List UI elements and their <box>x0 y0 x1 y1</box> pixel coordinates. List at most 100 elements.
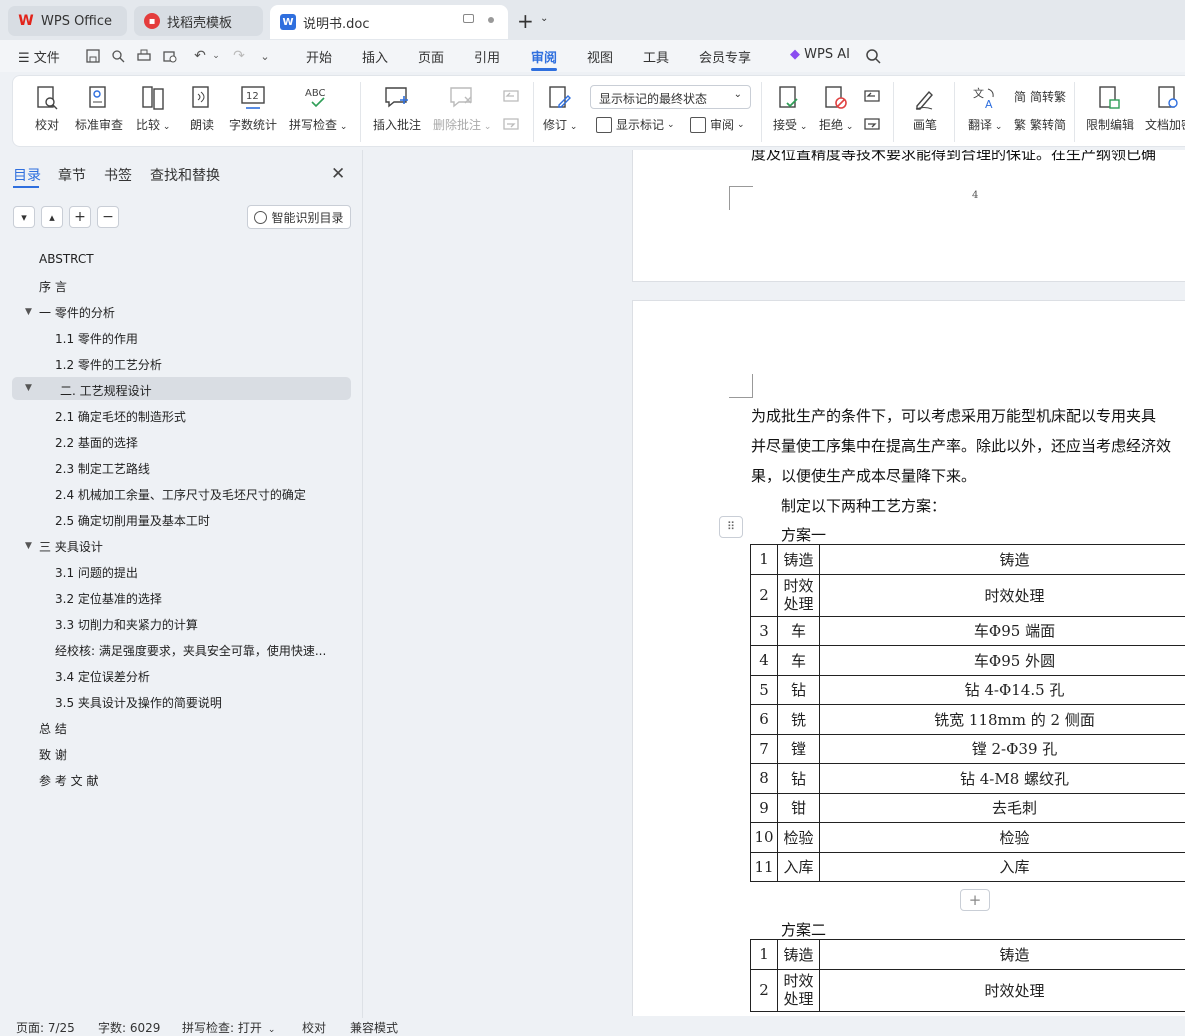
toc-item[interactable]: 序 言 <box>39 278 67 295</box>
tab-daoke-template[interactable]: ▪ 找稻壳模板 <box>134 6 263 36</box>
collapse-up-button[interactable]: ▴ <box>41 206 63 228</box>
add-row-button[interactable]: + <box>960 889 990 911</box>
toc-item[interactable]: ABSTRCT <box>39 252 94 266</box>
table-cell-num[interactable]: 6 <box>750 704 778 735</box>
close-icon[interactable]: ✕ <box>331 164 345 184</box>
tab-document[interactable]: W 说明书.doc <box>270 5 508 39</box>
table-cell-op[interactable]: 铣 <box>777 704 820 735</box>
table-cell-num[interactable]: 1 <box>750 939 778 970</box>
menu-member[interactable]: 会员专享 <box>699 47 751 66</box>
chevron-down-icon[interactable]: ⌄ <box>540 13 548 24</box>
table-cell-op[interactable]: 车 <box>777 645 820 676</box>
toc-item[interactable]: 3.5 夹具设计及操作的简要说明 <box>55 694 222 711</box>
table-cell-desc[interactable]: 镗 2-Φ39 孔 <box>819 733 1185 764</box>
tab-find-replace[interactable]: 查找和替换 <box>150 165 220 185</box>
prev-change-icon[interactable] <box>863 88 881 106</box>
table-cell-op[interactable]: 铸造 <box>777 544 820 575</box>
table-cell-desc[interactable]: 去毛刺 <box>819 792 1185 823</box>
table-cell-num[interactable]: 5 <box>750 674 778 705</box>
document-canvas[interactable]: 度及位置精度等技术要求能得到合理的保证。在生产纲领已确 4 为成批生产的条件下，… <box>364 150 1185 1016</box>
table-cell-op[interactable]: 钳 <box>777 792 820 823</box>
table-cell-desc[interactable]: 入库 <box>819 851 1185 882</box>
wps-ai-button[interactable]: ◆ WPS AI <box>790 47 850 62</box>
review-pane-button[interactable]: 审阅 ⌄ <box>690 116 745 133</box>
table-cell-num[interactable]: 2 <box>750 573 778 617</box>
screen-icon[interactable] <box>463 14 474 23</box>
toc-item[interactable]: 参 考 文 献 <box>39 772 98 789</box>
spell-check-status[interactable]: 拼写检查: 打开 ⌄ <box>182 1019 275 1036</box>
toc-item[interactable]: 致 谢 <box>39 746 67 763</box>
plan2-table[interactable]: 1 铸造 铸造 2 时效处理 时效处理 <box>750 939 1185 1012</box>
reject-button[interactable]: 拒绝 ⌄ <box>819 84 853 133</box>
table-cell-desc[interactable]: 钻 4-Φ14.5 孔 <box>819 674 1185 705</box>
insert-comment-button[interactable]: 插入批注 <box>373 84 421 133</box>
display-state-select[interactable]: 显示标记的最终状态 ⌄ <box>590 85 751 109</box>
doc-encrypt-button[interactable]: 文档加密 <box>1145 84 1185 133</box>
toc-item[interactable]: 1.1 零件的作用 <box>55 330 138 347</box>
menu-insert[interactable]: 插入 <box>362 47 388 66</box>
format-painter-icon[interactable] <box>108 46 128 66</box>
pen-button[interactable]: 画笔 <box>911 84 939 133</box>
restrict-edit-button[interactable]: 限制编辑 <box>1086 84 1134 133</box>
expand-triangle-icon[interactable]: ▼ <box>25 307 32 317</box>
table-cell-num[interactable]: 4 <box>750 645 778 676</box>
file-menu[interactable]: ☰ 文件 <box>18 47 60 66</box>
tab-bookmark[interactable]: 书签 <box>104 165 132 185</box>
add-heading-button[interactable]: + <box>69 206 91 228</box>
expand-triangle-icon[interactable]: ▼ <box>25 383 32 393</box>
table-cell-op[interactable]: 时效处理 <box>777 573 820 617</box>
table-cell-op[interactable]: 镗 <box>777 733 820 764</box>
tab-toc[interactable]: 目录 <box>13 165 41 185</box>
toc-item[interactable]: 1.2 零件的工艺分析 <box>55 356 162 373</box>
new-tab-icon[interactable]: + <box>517 9 534 33</box>
menu-review[interactable]: 审阅 <box>531 47 557 66</box>
next-comment-icon[interactable] <box>502 116 520 134</box>
toc-item[interactable]: 2.5 确定切削用量及基本工时 <box>55 512 210 529</box>
toc-item[interactable]: 总 结 <box>39 720 67 737</box>
table-cell-num[interactable]: 7 <box>750 733 778 764</box>
proof-status[interactable]: 校对 <box>302 1019 326 1036</box>
std-review-button[interactable]: 标准审查 <box>75 84 123 133</box>
toc-item[interactable]: 经校核: 满足强度要求，夹具安全可靠，使用快速... <box>55 642 345 659</box>
toc-item[interactable]: 2.1 确定毛坯的制造形式 <box>55 408 186 425</box>
expand-down-button[interactable]: ▾ <box>13 206 35 228</box>
table-cell-num[interactable]: 10 <box>750 822 778 853</box>
read-aloud-button[interactable]: 朗读 <box>188 84 216 133</box>
simp-trad-button[interactable]: 繁繁转简 <box>1014 116 1066 133</box>
show-marks-button[interactable]: 显示标记 ⌄ <box>596 116 675 133</box>
word-count-indicator[interactable]: 字数: 6029 <box>98 1019 160 1036</box>
table-cell-op[interactable]: 检验 <box>777 822 820 853</box>
menu-page[interactable]: 页面 <box>418 47 444 66</box>
next-change-icon[interactable] <box>863 116 881 134</box>
toc-item[interactable]: 2.2 基面的选择 <box>55 434 138 451</box>
table-cell-num[interactable]: 2 <box>750 968 778 1012</box>
table-cell-op[interactable]: 入库 <box>777 851 820 882</box>
print-icon[interactable] <box>134 46 154 66</box>
toc-item[interactable]: 3.2 定位基准的选择 <box>55 590 162 607</box>
table-cell-desc[interactable]: 钻 4-M8 螺纹孔 <box>819 763 1185 794</box>
smart-toc-button[interactable]: 智能识别目录 <box>247 205 351 229</box>
menu-tools[interactable]: 工具 <box>643 47 669 66</box>
page-indicator[interactable]: 页面: 7/25 <box>16 1019 75 1036</box>
toc-item[interactable]: 2.3 制定工艺路线 <box>55 460 150 477</box>
plan1-table[interactable]: 1 铸造 铸造 2 时效处理 时效处理 3 车车Φ95 端面 4 车车Φ95 外圆 5 钻钻 4-Φ1… <box>750 544 1185 882</box>
revise-button[interactable]: 修订 ⌄ <box>543 84 577 133</box>
delete-comment-button[interactable]: 删除批注 ⌄ <box>433 84 491 133</box>
table-cell-desc[interactable]: 检验 <box>819 822 1185 853</box>
accept-button[interactable]: 接受 ⌄ <box>773 84 807 133</box>
menu-start[interactable]: 开始 <box>306 47 332 66</box>
redo-icon[interactable]: ↷ <box>229 46 249 66</box>
compare-button[interactable]: 比较 ⌄ <box>136 84 170 133</box>
toc-item[interactable]: 一 零件的分析 <box>39 304 115 321</box>
toc-item[interactable]: 3.3 切削力和夹紧力的计算 <box>55 616 198 633</box>
table-cell-num[interactable]: 9 <box>750 792 778 823</box>
more-chevron-icon[interactable]: ⌄ <box>255 46 275 66</box>
table-cell-desc[interactable]: 车Φ95 外圆 <box>819 645 1185 676</box>
table-cell-op[interactable]: 车 <box>777 615 820 646</box>
spell-check-button[interactable]: ABC 拼写检查 ⌄ <box>289 84 347 133</box>
table-cell-num[interactable]: 3 <box>750 615 778 646</box>
table-cell-num[interactable]: 8 <box>750 763 778 794</box>
trad-simp-button[interactable]: 简简转繁 <box>1014 88 1066 105</box>
table-cell-num[interactable]: 1 <box>750 544 778 575</box>
toc-item-selected[interactable]: ▼ 二. 工艺规程设计 <box>12 377 351 400</box>
